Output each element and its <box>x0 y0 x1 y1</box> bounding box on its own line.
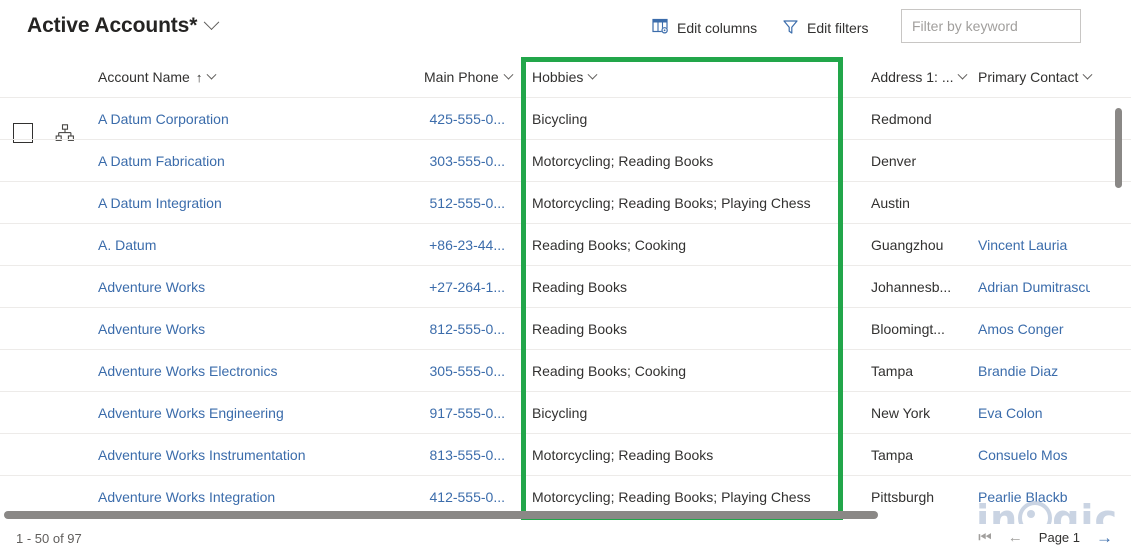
column-header-hobbies[interactable]: Hobbies <box>532 57 598 97</box>
page-first-icon[interactable]: ⏮ <box>978 530 992 545</box>
table-row[interactable]: A. Datum +86-23-44... Reading Books; Cooki… <box>0 224 1131 266</box>
cell-hobbies: Reading Books; Cooking <box>532 362 687 379</box>
page-label: Page 1 <box>1038 530 1080 545</box>
edit-filters-button[interactable]: Edit filters <box>782 14 868 42</box>
cell-main-phone[interactable]: 425-555-0... <box>340 98 506 139</box>
column-header-main-phone[interactable]: Main Phone <box>424 57 514 97</box>
column-header-label: Account Name <box>98 69 190 85</box>
cell-primary-contact <box>978 182 1090 223</box>
cell-address-1: Guangzhou <box>871 236 944 253</box>
account-grid-page: Active Accounts* Edit columns Edit filte… <box>0 0 1131 553</box>
edit-columns-icon <box>652 18 669 38</box>
chevron-down-icon[interactable] <box>587 69 598 80</box>
vertical-scrollbar-thumb[interactable] <box>1115 108 1122 188</box>
cell-primary-contact[interactable]: Pearlie Blackb <box>978 476 1090 508</box>
column-header-account-name[interactable]: Account Name ↑ <box>98 57 217 97</box>
cell-main-phone[interactable]: 917-555-0... <box>340 392 506 433</box>
sort-ascending-icon: ↑ <box>195 69 203 85</box>
cell-hobbies: Motorcycling; Reading Books; Playing Che… <box>532 488 811 505</box>
column-header-label: Hobbies <box>532 69 584 85</box>
pagination-controls: ⏮ ← Page 1 → <box>978 529 1113 546</box>
cell-main-phone[interactable]: +27-264-1... <box>340 266 505 307</box>
cell-primary-contact[interactable]: Adrian Dumitrascu <box>978 266 1090 307</box>
table-row[interactable]: Adventure Works Engineering 917-555-0... B… <box>0 392 1131 434</box>
edit-columns-label: Edit columns <box>677 20 758 36</box>
command-bar: Active Accounts* Edit columns Edit filte… <box>0 0 1131 56</box>
chevron-down-icon[interactable] <box>503 69 514 80</box>
cell-primary-contact[interactable]: Eva Colon <box>978 392 1090 433</box>
column-header-label: Main Phone <box>424 69 499 85</box>
table-row[interactable]: A Datum Fabrication 303-555-0... Motorcycl… <box>0 140 1131 182</box>
cell-main-phone[interactable]: 813-555-0... <box>340 434 506 475</box>
cell-hobbies: Motorcycling; Reading Books; Playing Che… <box>532 194 811 211</box>
cell-address-1: New York <box>871 404 931 421</box>
table-row[interactable]: Adventure Works Instrumentation 813-555-0… <box>0 434 1131 476</box>
edit-columns-button[interactable]: Edit columns <box>652 14 757 42</box>
chevron-down-icon[interactable] <box>1082 69 1093 80</box>
table-row[interactable]: A Datum Integration 512-555-0... Motorcycl… <box>0 182 1131 224</box>
record-count-label: 1 - 50 of 97 <box>16 531 82 546</box>
cell-main-phone[interactable]: +86-23-44... <box>340 224 505 265</box>
cell-address-1: Redmond <box>871 110 932 127</box>
cell-address-1: Pittsburgh <box>871 488 935 505</box>
chevron-down-icon[interactable] <box>958 69 968 80</box>
cell-address-1: Johannesb... <box>871 278 952 295</box>
column-header-label: Primary Contact <box>978 69 1079 85</box>
cell-main-phone[interactable]: 512-555-0... <box>340 182 506 223</box>
arrow-left-icon[interactable]: ← <box>1008 530 1023 545</box>
cell-hobbies: Bicycling <box>532 404 588 421</box>
cell-address-1: Denver <box>871 152 917 169</box>
cell-hobbies: Motorcycling; Reading Books <box>532 446 714 463</box>
grid-header-row: Account Name ↑ Main Phone Hobbies Addres… <box>0 57 1131 143</box>
horizontal-scrollbar[interactable] <box>0 508 1131 524</box>
cell-primary-contact <box>978 98 1090 139</box>
edit-filters-label: Edit filters <box>807 20 869 36</box>
column-header-primary-contact[interactable]: Primary Contact <box>978 57 1093 97</box>
table-row[interactable]: Adventure Works Integration 412-555-0... M… <box>0 476 1131 508</box>
filter-by-keyword-box[interactable] <box>901 9 1081 43</box>
cell-hobbies: Reading Books <box>532 278 627 295</box>
cell-primary-contact[interactable]: Consuelo Mos <box>978 434 1090 475</box>
cell-primary-contact[interactable]: Vincent Lauria <box>978 224 1090 265</box>
table-row[interactable]: Adventure Works +27-264-1... Reading Books… <box>0 266 1131 308</box>
page-title: Active Accounts* <box>27 14 198 37</box>
cell-address-1: Bloomingt... <box>871 320 945 337</box>
cell-hobbies: Motorcycling; Reading Books <box>532 152 714 169</box>
table-row[interactable]: A Datum Corporation 425-555-0... Bicycling… <box>0 98 1131 140</box>
cell-main-phone[interactable]: 305-555-0... <box>340 350 506 391</box>
cell-main-phone[interactable]: 303-555-0... <box>340 140 506 181</box>
vertical-scrollbar[interactable] <box>1113 100 1123 505</box>
grid-body: A Datum Corporation 425-555-0... Bicycling… <box>0 98 1131 508</box>
cell-address-1: Tampa <box>871 446 914 463</box>
cell-main-phone[interactable]: 412-555-0... <box>340 476 506 508</box>
chevron-down-icon[interactable] <box>206 69 217 80</box>
cell-hobbies: Reading Books <box>532 320 627 337</box>
cell-hobbies: Bicycling <box>532 110 588 127</box>
cell-primary-contact <box>978 140 1090 181</box>
cell-primary-contact[interactable]: Brandie Diaz <box>978 350 1090 391</box>
column-header-label: Address 1: ... <box>871 69 954 85</box>
cell-address-1: Austin <box>871 194 910 211</box>
chevron-down-icon[interactable] <box>204 13 220 30</box>
grid-footer: 1 - 50 of 97 ⏮ ← Page 1 → <box>0 524 1131 553</box>
cell-main-phone[interactable]: 812-555-0... <box>340 308 506 349</box>
column-header-address-1[interactable]: Address 1: ... <box>871 57 968 97</box>
cell-hobbies: Reading Books; Cooking <box>532 236 687 253</box>
table-row[interactable]: Adventure Works 812-555-0... Reading Books… <box>0 308 1131 350</box>
view-selector[interactable]: Active Accounts* <box>27 12 220 40</box>
funnel-icon <box>782 18 799 38</box>
horizontal-scrollbar-thumb[interactable] <box>4 511 878 519</box>
cell-primary-contact[interactable]: Amos Conger <box>978 308 1090 349</box>
search-input[interactable] <box>902 10 1080 42</box>
arrow-right-icon[interactable]: → <box>1096 529 1113 546</box>
cell-address-1: Tampa <box>871 362 914 379</box>
table-row[interactable]: Adventure Works Electronics 305-555-0... R… <box>0 350 1131 392</box>
